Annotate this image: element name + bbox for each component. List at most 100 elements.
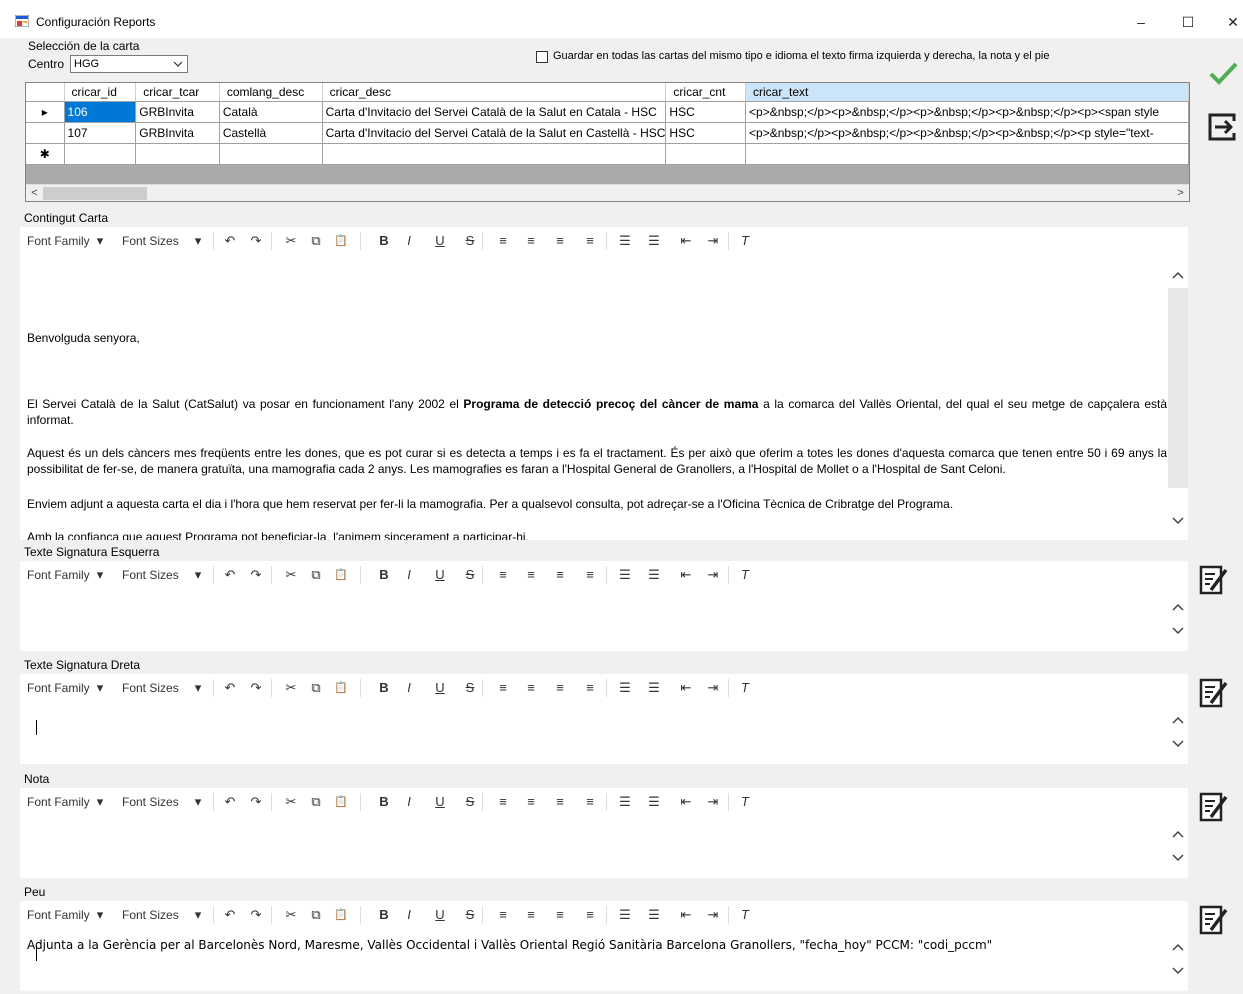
grid-cell[interactable]: 106 bbox=[64, 101, 137, 123]
table-row[interactable]: 107 GRBInvita Castellà Carta d'Invitacio… bbox=[26, 122, 1189, 144]
clear-format-icon[interactable]: T bbox=[737, 568, 753, 582]
cut-icon[interactable]: ✂ bbox=[283, 234, 299, 248]
align-left-icon[interactable]: ≡ bbox=[495, 681, 511, 695]
paste-icon[interactable]: 📋 bbox=[333, 234, 349, 248]
align-center-icon[interactable]: ≡ bbox=[523, 568, 539, 582]
italic-icon[interactable]: I bbox=[401, 568, 417, 582]
cut-icon[interactable]: ✂ bbox=[283, 795, 299, 809]
paste-icon[interactable]: 📋 bbox=[333, 568, 349, 582]
new-row[interactable]: ✱ bbox=[26, 143, 1189, 165]
scroll-down-icon[interactable] bbox=[1171, 850, 1185, 864]
font-sizes-dropdown[interactable]: Font Sizes bbox=[122, 795, 179, 809]
column-header[interactable]: comlang_desc bbox=[219, 83, 323, 102]
strikethrough-icon[interactable]: S bbox=[462, 234, 478, 248]
undo-icon[interactable]: ↶ bbox=[222, 908, 238, 922]
copy-icon[interactable]: ⧉ bbox=[308, 681, 324, 695]
underline-icon[interactable]: U bbox=[432, 568, 448, 582]
underline-icon[interactable]: U bbox=[432, 681, 448, 695]
redo-icon[interactable]: ↷ bbox=[248, 568, 264, 582]
copy-icon[interactable]: ⧉ bbox=[308, 234, 324, 248]
column-header[interactable]: cricar_desc bbox=[322, 83, 667, 102]
redo-icon[interactable]: ↷ bbox=[248, 795, 264, 809]
italic-icon[interactable]: I bbox=[401, 795, 417, 809]
grid-cell[interactable] bbox=[322, 143, 667, 165]
numbered-list-icon[interactable]: ☰ bbox=[646, 908, 662, 922]
font-sizes-dropdown[interactable]: Font Sizes bbox=[122, 234, 179, 248]
table-row[interactable]: ▸ 106 GRBInvita Català Carta d'Invitacio… bbox=[26, 101, 1189, 123]
outdent-icon[interactable]: ⇤ bbox=[678, 234, 694, 248]
align-right-icon[interactable]: ≡ bbox=[552, 908, 568, 922]
grid-cell[interactable]: Català bbox=[219, 101, 323, 123]
grid-cell[interactable] bbox=[745, 143, 1189, 165]
bullet-list-icon[interactable]: ☰ bbox=[617, 681, 633, 695]
chevron-down-icon[interactable]: ▾ bbox=[190, 234, 206, 248]
grid-cell[interactable] bbox=[665, 143, 747, 165]
font-family-dropdown[interactable]: Font Family bbox=[27, 908, 90, 922]
align-right-icon[interactable]: ≡ bbox=[552, 795, 568, 809]
scroll-down-icon[interactable] bbox=[1171, 736, 1185, 750]
chevron-down-icon[interactable]: ▾ bbox=[190, 795, 206, 809]
align-justify-icon[interactable]: ≡ bbox=[582, 681, 598, 695]
align-justify-icon[interactable]: ≡ bbox=[582, 568, 598, 582]
scroll-down-icon[interactable] bbox=[1171, 623, 1185, 637]
accept-check-icon[interactable] bbox=[1206, 56, 1240, 90]
grid-cell[interactable]: Carta d'Invitacio del Servei Català de l… bbox=[322, 101, 667, 123]
align-right-icon[interactable]: ≡ bbox=[552, 234, 568, 248]
redo-icon[interactable]: ↷ bbox=[248, 908, 264, 922]
outdent-icon[interactable]: ⇤ bbox=[678, 568, 694, 582]
font-family-dropdown[interactable]: Font Family bbox=[27, 681, 90, 695]
grid-cell[interactable]: Castellà bbox=[219, 122, 323, 144]
current-row-indicator[interactable]: ▸ bbox=[26, 101, 65, 123]
align-center-icon[interactable]: ≡ bbox=[523, 795, 539, 809]
grid-cell[interactable] bbox=[219, 143, 323, 165]
bullet-list-icon[interactable]: ☰ bbox=[617, 568, 633, 582]
numbered-list-icon[interactable]: ☰ bbox=[646, 681, 662, 695]
horizontal-scrollbar[interactable]: < > bbox=[26, 184, 1189, 201]
font-family-dropdown[interactable]: Font Family bbox=[27, 568, 90, 582]
grid-cell[interactable]: HSC bbox=[665, 122, 747, 144]
exit-icon[interactable] bbox=[1206, 110, 1240, 144]
edit-document-icon[interactable] bbox=[1197, 676, 1231, 710]
clear-format-icon[interactable]: T bbox=[737, 908, 753, 922]
italic-icon[interactable]: I bbox=[401, 908, 417, 922]
align-justify-icon[interactable]: ≡ bbox=[582, 234, 598, 248]
strikethrough-icon[interactable]: S bbox=[462, 795, 478, 809]
new-row-indicator[interactable]: ✱ bbox=[26, 143, 65, 165]
bold-icon[interactable]: B bbox=[376, 681, 392, 695]
cut-icon[interactable]: ✂ bbox=[283, 568, 299, 582]
align-center-icon[interactable]: ≡ bbox=[523, 681, 539, 695]
bold-icon[interactable]: B bbox=[376, 568, 392, 582]
underline-icon[interactable]: U bbox=[432, 795, 448, 809]
minimize-button[interactable]: – bbox=[1121, 8, 1161, 36]
align-center-icon[interactable]: ≡ bbox=[523, 234, 539, 248]
scrollbar-thumb[interactable] bbox=[43, 187, 147, 200]
bullet-list-icon[interactable]: ☰ bbox=[617, 234, 633, 248]
undo-icon[interactable]: ↶ bbox=[222, 234, 238, 248]
clear-format-icon[interactable]: T bbox=[737, 681, 753, 695]
outdent-icon[interactable]: ⇤ bbox=[678, 795, 694, 809]
font-family-dropdown[interactable]: Font Family bbox=[27, 234, 90, 248]
grid-cell[interactable]: GRBInvita bbox=[135, 122, 220, 144]
indent-icon[interactable]: ⇥ bbox=[705, 908, 721, 922]
align-justify-icon[interactable]: ≡ bbox=[582, 795, 598, 809]
sig-right-editor[interactable] bbox=[20, 702, 1188, 764]
column-header[interactable]: cricar_id bbox=[64, 83, 137, 102]
scrollbar-thumb[interactable] bbox=[1168, 288, 1188, 488]
grid-cell[interactable]: HSC bbox=[665, 101, 747, 123]
scroll-up-icon[interactable] bbox=[1171, 941, 1185, 955]
strikethrough-icon[interactable]: S bbox=[462, 908, 478, 922]
indent-icon[interactable]: ⇥ bbox=[705, 234, 721, 248]
copy-icon[interactable]: ⧉ bbox=[308, 568, 324, 582]
grid-cell[interactable]: 107 bbox=[64, 122, 137, 144]
strikethrough-icon[interactable]: S bbox=[462, 681, 478, 695]
vertical-scrollbar[interactable] bbox=[1168, 702, 1188, 764]
bullet-list-icon[interactable]: ☰ bbox=[617, 795, 633, 809]
bold-icon[interactable]: B bbox=[376, 908, 392, 922]
clear-format-icon[interactable]: T bbox=[737, 795, 753, 809]
indent-icon[interactable]: ⇥ bbox=[705, 568, 721, 582]
italic-icon[interactable]: I bbox=[401, 234, 417, 248]
scroll-up-icon[interactable] bbox=[1171, 269, 1185, 283]
indent-icon[interactable]: ⇥ bbox=[705, 795, 721, 809]
bullet-list-icon[interactable]: ☰ bbox=[617, 908, 633, 922]
scroll-up-icon[interactable] bbox=[1171, 714, 1185, 728]
